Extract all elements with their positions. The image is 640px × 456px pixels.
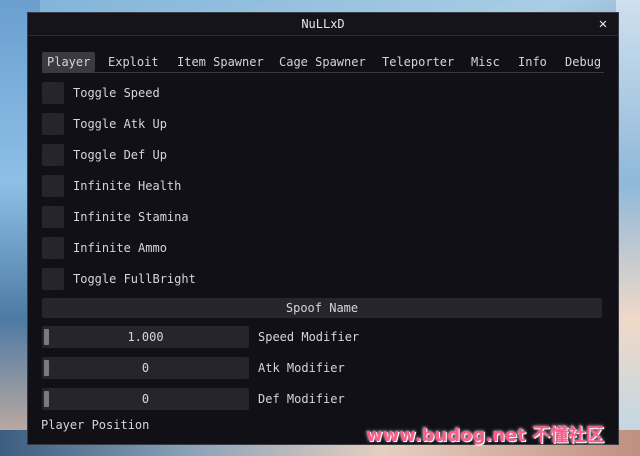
infinite-stamina-checkbox[interactable] xyxy=(42,206,64,228)
toggle-fullbright-checkbox[interactable] xyxy=(42,268,64,290)
infinite-health-label[interactable]: Infinite Health xyxy=(73,175,181,197)
tab-debug[interactable]: Debug xyxy=(560,52,606,72)
atk-modifier-label: Atk Modifier xyxy=(258,361,345,375)
toggle-def-up-checkbox[interactable] xyxy=(42,144,64,166)
toggle-fullbright-label[interactable]: Toggle FullBright xyxy=(73,268,196,290)
atk-modifier-value: 0 xyxy=(141,361,150,375)
player-position-header: Player Position xyxy=(41,418,150,432)
atk-modifier-slider[interactable]: 0 xyxy=(42,357,249,379)
def-modifier-label: Def Modifier xyxy=(258,392,345,406)
title-bar[interactable]: NuLLxD ✕ xyxy=(28,13,618,36)
speed-modifier-slider[interactable]: 1.000 xyxy=(42,326,249,348)
tab-item-spawner[interactable]: Item Spawner xyxy=(172,52,269,72)
tab-misc[interactable]: Misc xyxy=(466,52,505,72)
tab-cage-spawner[interactable]: Cage Spawner xyxy=(274,52,371,72)
infinite-health-checkbox[interactable] xyxy=(42,175,64,197)
tab-teleporter[interactable]: Teleporter xyxy=(377,52,459,72)
def-modifier-slider[interactable]: 0 xyxy=(42,388,249,410)
cheat-menu-window: NuLLxD ✕ Player Exploit Item Spawner Cag… xyxy=(27,12,619,445)
infinite-ammo-label[interactable]: Infinite Ammo xyxy=(73,237,167,259)
tab-player[interactable]: Player xyxy=(42,52,96,72)
toggle-speed-label[interactable]: Toggle Speed xyxy=(73,82,160,104)
speed-modifier-value: 1.000 xyxy=(127,330,164,344)
tab-divider xyxy=(42,72,604,73)
watermark-text: www.budog.net 不懂社区 xyxy=(366,425,605,446)
spoof-name-button[interactable]: Spoof Name xyxy=(42,298,602,318)
close-icon[interactable]: ✕ xyxy=(596,13,610,35)
tab-exploit[interactable]: Exploit xyxy=(103,52,164,72)
game-background-right xyxy=(616,0,640,456)
def-modifier-value: 0 xyxy=(141,392,150,406)
speed-modifier-label: Speed Modifier xyxy=(258,330,360,344)
toggle-atk-up-checkbox[interactable] xyxy=(42,113,64,135)
infinite-ammo-checkbox[interactable] xyxy=(42,237,64,259)
tab-info[interactable]: Info xyxy=(513,52,552,72)
toggle-atk-up-label[interactable]: Toggle Atk Up xyxy=(73,113,167,135)
toggle-def-up-label[interactable]: Toggle Def Up xyxy=(73,144,167,166)
infinite-stamina-label[interactable]: Infinite Stamina xyxy=(73,206,189,228)
window-title: NuLLxD xyxy=(301,17,345,31)
toggle-speed-checkbox[interactable] xyxy=(42,82,64,104)
